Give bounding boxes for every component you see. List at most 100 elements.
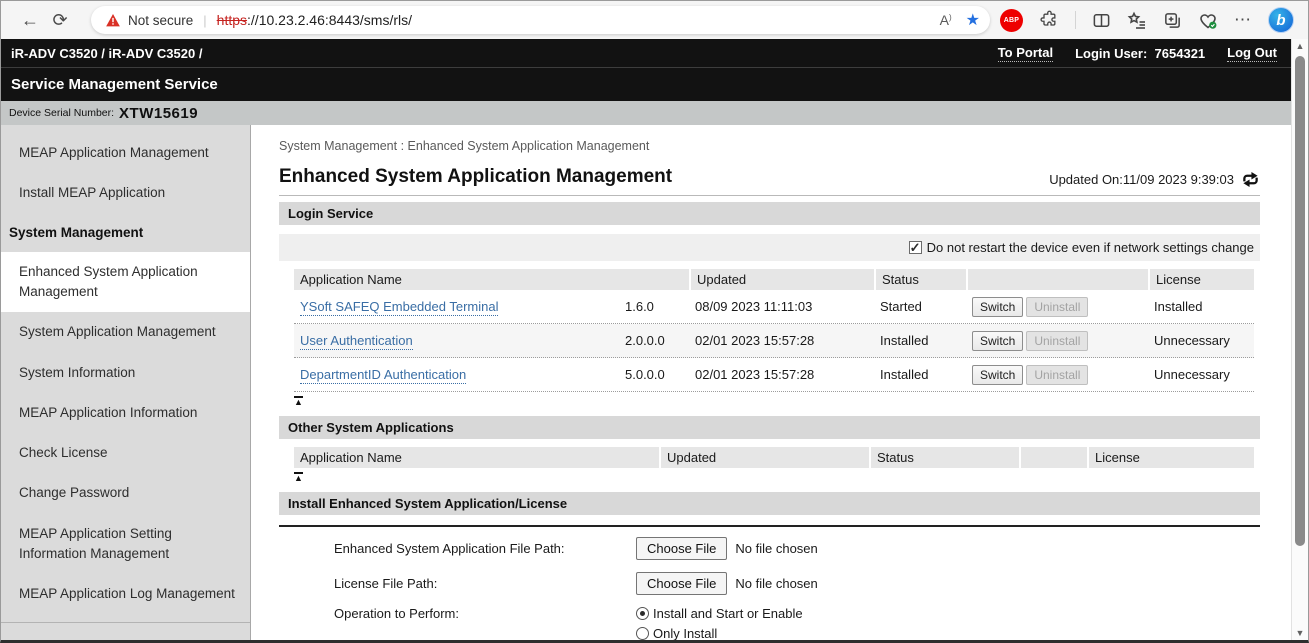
app-status: Installed bbox=[874, 367, 966, 382]
column-application-name: Application Name bbox=[294, 269, 689, 290]
other-system-applications-section-header: Other System Applications bbox=[279, 416, 1260, 439]
app-version: 2.0.0.0 bbox=[619, 333, 689, 348]
sidebar-nav: MEAP Application Management Install MEAP… bbox=[1, 125, 251, 641]
page-scrollbar[interactable]: ▲ ▼ bbox=[1291, 39, 1308, 640]
login-service-table: Application Name Updated Status License … bbox=[294, 269, 1254, 392]
app-updated: 02/01 2023 15:57:28 bbox=[689, 367, 874, 382]
sidebar-item-enhanced-system-application-management[interactable]: Enhanced System Application Management bbox=[1, 252, 250, 313]
license-file-path-label: License File Path: bbox=[334, 576, 636, 591]
back-icon[interactable]: ← bbox=[15, 10, 45, 31]
column-updated: Updated bbox=[689, 269, 874, 290]
uninstall-button: Uninstall bbox=[1026, 365, 1088, 385]
url-scheme: https bbox=[217, 12, 247, 28]
browser-window: ← ⟳ Not secure | https://10.23.2.46:8443… bbox=[0, 0, 1309, 643]
serial-bar: Device Serial Number: XTW15619 bbox=[1, 101, 1291, 125]
switch-button[interactable]: Switch bbox=[972, 297, 1023, 317]
app-updated: 08/09 2023 11:11:03 bbox=[689, 299, 874, 314]
log-out-link[interactable]: Log Out bbox=[1227, 45, 1277, 62]
login-user: Login User: 7654321 bbox=[1075, 46, 1205, 61]
collections-icon[interactable] bbox=[1163, 11, 1182, 30]
back-to-top-icon[interactable]: ▲ bbox=[294, 472, 303, 482]
favorites-list-icon[interactable] bbox=[1127, 11, 1147, 30]
app-version: 5.0.0.0 bbox=[619, 367, 689, 382]
device-title: iR-ADV C3520 / iR-ADV C3520 / bbox=[11, 46, 998, 61]
switch-button[interactable]: Switch bbox=[972, 331, 1023, 351]
address-bar[interactable]: Not secure | https://10.23.2.46:8443/sms… bbox=[91, 6, 990, 34]
device-header-bar: iR-ADV C3520 / iR-ADV C3520 / To Portal … bbox=[1, 39, 1291, 67]
sidebar-item-meap-application-management[interactable]: MEAP Application Management bbox=[1, 133, 250, 173]
updated-on-text: Updated On:11/09 2023 9:39:03 bbox=[1049, 172, 1234, 187]
radio-only-install[interactable] bbox=[636, 627, 649, 640]
to-portal-link[interactable]: To Portal bbox=[998, 45, 1053, 62]
form-row: Operation to Perform: Install and Start … bbox=[279, 601, 1260, 641]
back-to-top-icon[interactable]: ▲ bbox=[294, 396, 303, 406]
column-license: License bbox=[1087, 447, 1254, 468]
serial-value: XTW15619 bbox=[119, 105, 198, 122]
sidebar-item-check-license[interactable]: Check License bbox=[1, 433, 250, 473]
sidebar-item-change-password[interactable]: Change Password bbox=[1, 473, 250, 513]
app-license: Installed bbox=[1148, 299, 1254, 314]
app-updated: 02/01 2023 15:57:28 bbox=[689, 333, 874, 348]
install-section-header: Install Enhanced System Application/Lice… bbox=[279, 492, 1260, 515]
main-content: System Management : Enhanced System Appl… bbox=[251, 125, 1291, 641]
toolbar-separator bbox=[1075, 11, 1076, 29]
operation-to-perform-label: Operation to Perform: bbox=[334, 606, 636, 621]
split-screen-icon[interactable] bbox=[1092, 11, 1111, 30]
refresh-page-icon[interactable] bbox=[1241, 171, 1260, 188]
column-status: Status bbox=[874, 269, 966, 290]
app-status: Installed bbox=[874, 333, 966, 348]
app-link-user-authentication[interactable]: User Authentication bbox=[300, 333, 413, 350]
scrollbar-thumb[interactable] bbox=[1295, 56, 1305, 546]
app-license: Unnecessary bbox=[1148, 333, 1254, 348]
settings-menu-icon[interactable]: ⋯ bbox=[1234, 10, 1252, 30]
service-title-bar: Service Management Service bbox=[1, 67, 1291, 101]
favorite-star-icon[interactable]: ★ bbox=[966, 10, 980, 30]
url-text: https://10.23.2.46:8443/sms/rls/ bbox=[217, 12, 412, 28]
sidebar-item-system-application-management[interactable]: System Application Management bbox=[1, 312, 250, 352]
column-status: Status bbox=[869, 447, 1019, 468]
refresh-icon[interactable]: ⟳ bbox=[45, 10, 75, 31]
sidebar-item-meap-application-log-management[interactable]: MEAP Application Log Management bbox=[1, 574, 250, 614]
column-license: License bbox=[1148, 269, 1254, 290]
scrollbar-up-arrow[interactable]: ▲ bbox=[1292, 41, 1308, 51]
column-updated: Updated bbox=[659, 447, 869, 468]
other-applications-table-header: Application Name Updated Status License bbox=[294, 447, 1254, 468]
bing-chat-icon[interactable]: b bbox=[1268, 7, 1294, 33]
scrollbar-down-arrow[interactable]: ▼ bbox=[1292, 628, 1308, 638]
url-separator: | bbox=[203, 13, 206, 28]
uninstall-button: Uninstall bbox=[1026, 297, 1088, 317]
web-page: iR-ADV C3520 / iR-ADV C3520 / To Portal … bbox=[1, 39, 1291, 641]
other-applications-table: Application Name Updated Status License bbox=[294, 447, 1254, 468]
app-link-departmentid-authentication[interactable]: DepartmentID Authentication bbox=[300, 367, 466, 384]
sidebar-item-meap-application-setting-information-management[interactable]: MEAP Application Setting Information Man… bbox=[1, 514, 250, 575]
esa-file-status: No file chosen bbox=[735, 541, 817, 556]
esa-choose-file-button[interactable]: Choose File bbox=[636, 537, 727, 560]
table-row: DepartmentID Authentication 5.0.0.0 02/0… bbox=[294, 358, 1254, 392]
adblock-extension-icon[interactable]: ABP bbox=[1000, 9, 1023, 32]
app-status: Started bbox=[874, 299, 966, 314]
app-link-ysoft-safeq[interactable]: YSoft SAFEQ Embedded Terminal bbox=[300, 299, 498, 316]
breadcrumb: System Management : Enhanced System Appl… bbox=[279, 139, 1260, 153]
sidebar-item-system-information[interactable]: System Information bbox=[1, 353, 250, 393]
read-aloud-icon[interactable]: A) bbox=[940, 12, 952, 28]
login-service-section-header: Login Service bbox=[279, 202, 1260, 225]
restart-checkbox[interactable] bbox=[909, 241, 922, 254]
extensions-puzzle-icon[interactable] bbox=[1039, 10, 1059, 30]
browser-essentials-icon[interactable] bbox=[1198, 11, 1218, 30]
radio-install-and-start-label: Install and Start or Enable bbox=[653, 606, 803, 621]
switch-button[interactable]: Switch bbox=[972, 365, 1023, 385]
sidebar-item-install-meap-application[interactable]: Install MEAP Application bbox=[1, 173, 250, 213]
page-title: Enhanced System Application Management bbox=[279, 166, 672, 188]
column-actions bbox=[1019, 447, 1087, 468]
license-choose-file-button[interactable]: Choose File bbox=[636, 572, 727, 595]
form-row: Enhanced System Application File Path: C… bbox=[279, 531, 1260, 566]
sidebar-item-meap-application-information[interactable]: MEAP Application Information bbox=[1, 393, 250, 433]
license-file-status: No file chosen bbox=[735, 576, 817, 591]
toolbar-icons: ABP ⋯ b bbox=[1000, 7, 1298, 33]
to-register-update-software-link[interactable]: << To Register/Update Software bbox=[1, 623, 250, 641]
login-user-value: 7654321 bbox=[1155, 46, 1206, 61]
url-rest: ://10.23.2.46:8443/sms/rls/ bbox=[247, 12, 412, 28]
radio-only-install-label: Only Install bbox=[653, 626, 717, 641]
radio-install-and-start[interactable] bbox=[636, 607, 649, 620]
column-actions bbox=[966, 269, 1148, 290]
